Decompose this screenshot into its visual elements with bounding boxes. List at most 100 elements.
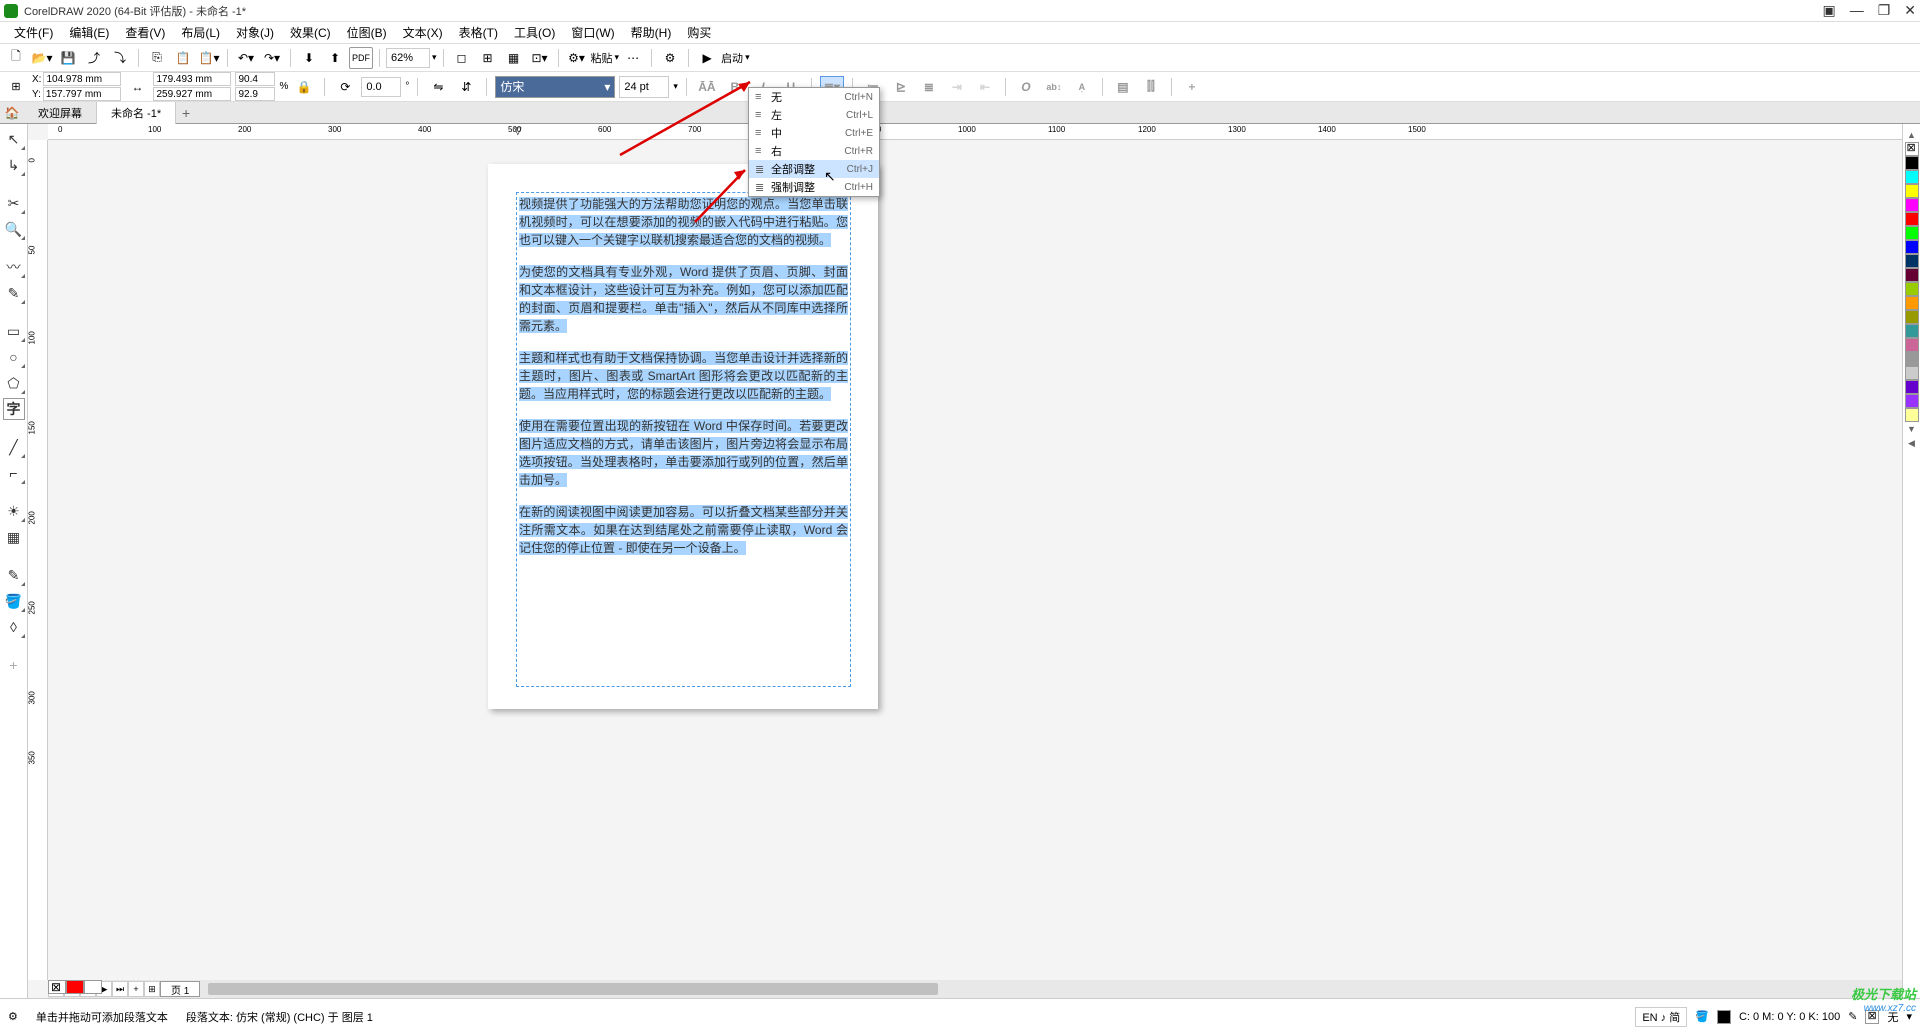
rectangle-tool-icon[interactable]: ▭ [3, 320, 25, 342]
paste-icon[interactable]: 📋 [171, 47, 195, 69]
redo-icon[interactable]: ↷▾ [260, 47, 284, 69]
shape-tool-icon[interactable]: ↳ [3, 154, 25, 176]
grid-icon[interactable]: ▦ [502, 47, 526, 69]
polygon-tool-icon[interactable]: ⬠ [3, 372, 25, 394]
ellipse-tool-icon[interactable]: ○ [3, 346, 25, 368]
align-center[interactable]: ≡ 中 Ctrl+E [749, 124, 879, 142]
color-none[interactable]: ⊠ [1905, 142, 1919, 156]
freehand-tool-icon[interactable]: 〰 [3, 256, 25, 278]
color-swatch[interactable] [1905, 366, 1919, 380]
text-direction-icon[interactable]: ab↕ [1042, 76, 1066, 98]
import-icon[interactable]: ⤵ [108, 47, 132, 69]
open-icon[interactable]: 📂▾ [30, 47, 54, 69]
copy-icon[interactable]: ⎘ [145, 47, 169, 69]
effects-tool-icon[interactable]: ☀ [3, 500, 25, 522]
h-input[interactable] [153, 87, 231, 101]
document-tab[interactable]: 未命名 -1* [97, 102, 176, 124]
w-input[interactable] [153, 72, 231, 86]
home-tab-icon[interactable]: 🏠 [0, 102, 24, 124]
page-last-icon[interactable]: ⏭ [112, 981, 128, 997]
color-swatch[interactable] [1905, 324, 1919, 338]
menu-window[interactable]: 窗口(W) [565, 22, 620, 43]
export-file-icon[interactable]: ⬆ [323, 47, 347, 69]
color-swatch[interactable] [1905, 394, 1919, 408]
add-tab-icon[interactable]: + [176, 103, 196, 123]
menu-tools[interactable]: 工具(O) [508, 22, 561, 43]
menu-layout[interactable]: 布局(L) [175, 22, 226, 43]
menu-effect[interactable]: 效果(C) [284, 22, 337, 43]
frame-icon[interactable]: ⫿⫿ [1139, 76, 1163, 98]
artistic-tool-icon[interactable]: ✎ [3, 282, 25, 304]
zoom-input[interactable] [386, 48, 430, 68]
add-tool-icon[interactable]: + [3, 654, 25, 676]
menu-object[interactable]: 对象(J) [230, 22, 280, 43]
align-left[interactable]: ≡ 左 Ctrl+L [749, 106, 879, 124]
x-input[interactable] [43, 72, 121, 86]
gear-status-icon[interactable]: ⚙ [8, 1010, 18, 1023]
font-select[interactable]: 仿宋▾ [495, 76, 615, 98]
connector-tool-icon[interactable]: ⌐ [3, 462, 25, 484]
paste-label[interactable]: 粘贴 [591, 50, 613, 66]
fill-tool-icon[interactable]: 🪣 [3, 590, 25, 612]
bold-button[interactable]: B [723, 76, 747, 98]
color-swatch[interactable] [1905, 226, 1919, 240]
opentype-icon[interactable]: O [1014, 76, 1038, 98]
more-icon[interactable]: ⋯ [621, 47, 645, 69]
color-swatch[interactable] [1905, 380, 1919, 394]
rotate-input[interactable] [361, 77, 401, 97]
color-black[interactable] [1905, 156, 1919, 170]
color-swatch[interactable] [1905, 184, 1919, 198]
menu-file[interactable]: 文件(F) [8, 22, 59, 43]
gear-icon[interactable]: ⚙ [658, 47, 682, 69]
numbering-icon[interactable]: ⊵ [889, 76, 913, 98]
launch-label[interactable]: 启动 [721, 50, 743, 66]
settings-icon[interactable]: ▣ [1822, 2, 1835, 19]
close-icon[interactable]: ✕ [1904, 2, 1916, 19]
minimize-icon[interactable]: — [1850, 2, 1864, 19]
scale-x-input[interactable] [235, 72, 275, 86]
y-input[interactable] [43, 87, 121, 101]
pdf-icon[interactable]: PDF [349, 47, 373, 69]
color-swatch[interactable] [1905, 338, 1919, 352]
page-list-icon[interactable]: ⊞ [144, 981, 160, 997]
export-icon[interactable]: ⤴ [82, 47, 106, 69]
swatch-empty[interactable] [84, 980, 102, 994]
maximize-icon[interactable]: ❐ [1878, 2, 1891, 19]
text-tool-icon[interactable]: 字 [3, 398, 25, 420]
pick-tool-icon[interactable]: ↖ [3, 128, 25, 150]
zoom-tool-icon[interactable]: 🔍 [3, 218, 25, 240]
var-font-icon[interactable]: ĀĀ [695, 76, 719, 98]
color-swatch[interactable] [1905, 352, 1919, 366]
indent-dec-icon[interactable]: ⇤ [973, 76, 997, 98]
menu-view[interactable]: 查看(V) [119, 22, 171, 43]
color-swatch[interactable] [1905, 296, 1919, 310]
page-add-icon[interactable]: + [128, 981, 144, 997]
save-icon[interactable]: 💾 [56, 47, 80, 69]
eyedropper-tool-icon[interactable]: ✎ [3, 564, 25, 586]
undo-icon[interactable]: ↶▾ [234, 47, 258, 69]
scale-y-input[interactable] [235, 87, 275, 101]
new-doc-icon[interactable]: 🗋 [4, 47, 28, 69]
fullscreen-icon[interactable]: ◻ [450, 47, 474, 69]
indent-inc-icon[interactable]: ⇥ [945, 76, 969, 98]
font-size-input[interactable] [619, 76, 669, 98]
color-swatch[interactable] [1905, 170, 1919, 184]
color-swatch[interactable] [1905, 268, 1919, 282]
lock-ratio-icon[interactable]: 🔒 [292, 76, 316, 98]
menu-text[interactable]: 文本(X) [397, 22, 449, 43]
fill-indicator-icon[interactable]: 🪣 [1695, 1010, 1709, 1023]
horizontal-scrollbar[interactable] [208, 982, 1904, 996]
columns-icon[interactable]: ▤ [1111, 76, 1135, 98]
snap-icon[interactable]: ⊞ [476, 47, 500, 69]
welcome-tab[interactable]: 欢迎屏幕 [24, 102, 97, 124]
color-swatch[interactable] [1905, 408, 1919, 422]
dropcap-icon[interactable]: ≣ [917, 76, 941, 98]
import-file-icon[interactable]: ⬇ [297, 47, 321, 69]
menu-edit[interactable]: 编辑(E) [63, 22, 115, 43]
lang-indicator[interactable]: EN ♪ 简 [1635, 1007, 1687, 1027]
page-tab[interactable]: 页 1 [160, 981, 200, 997]
menu-buy[interactable]: 购买 [681, 22, 717, 43]
mirror-h-icon[interactable]: ⇋ [426, 76, 450, 98]
options-icon[interactable]: ⚙▾ [565, 47, 589, 69]
h-scroll-thumb[interactable] [208, 983, 938, 995]
